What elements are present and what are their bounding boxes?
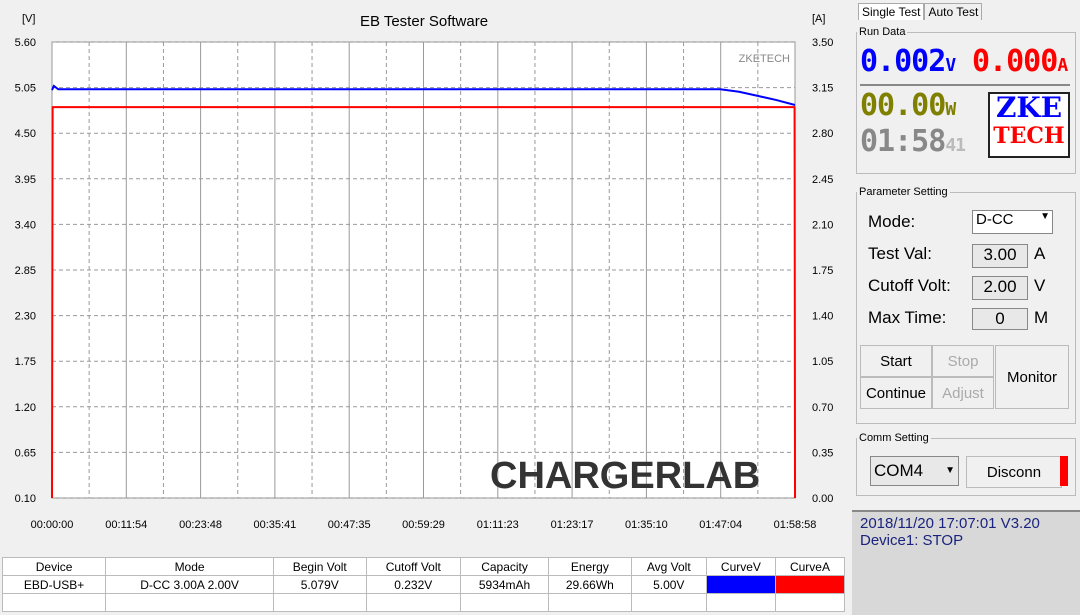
column-header: Avg Volt xyxy=(630,557,707,576)
column-header: Device xyxy=(1,557,107,576)
chevron-down-icon: ▼ xyxy=(945,465,955,476)
table-cell: D-CC 3.00A 2.00V xyxy=(105,575,274,594)
x-tick-label: 00:23:48 xyxy=(179,519,222,531)
disconnect-button[interactable]: Disconn xyxy=(966,456,1062,488)
test-val-unit: A xyxy=(1034,244,1046,263)
monitor-button[interactable]: Monitor xyxy=(995,345,1069,409)
curve-color-swatch[interactable] xyxy=(705,575,776,594)
left-tick-label: 5.60 xyxy=(15,37,36,49)
control-panel: Single Test Auto Test Run Data 0.002V 0.… xyxy=(852,0,1080,615)
com-port-select[interactable]: COM4 ▼ xyxy=(870,456,959,486)
run-data-legend: Run Data xyxy=(859,26,906,38)
status-datetime: 2018/11/20 17:07:01 V3.20 xyxy=(860,515,1040,532)
max-time-input[interactable]: 0 xyxy=(972,308,1028,330)
test-val-label: Test Val: xyxy=(868,244,932,263)
column-header: Energy xyxy=(548,557,632,576)
table-cell: EBD-USB+ xyxy=(1,575,107,594)
connection-indicator xyxy=(1060,456,1068,486)
power-readout: 00.00 xyxy=(860,88,946,123)
column-header: Capacity xyxy=(459,557,550,576)
column-header: Cutoff Volt xyxy=(365,557,462,576)
max-time-unit: M xyxy=(1034,308,1049,327)
right-tick-label: 0.70 xyxy=(812,402,833,414)
right-tick-label: 0.00 xyxy=(812,493,833,505)
x-tick-label: 01:23:17 xyxy=(551,519,594,531)
voltage-unit: V xyxy=(945,55,956,76)
chevron-down-icon: ▼ xyxy=(1040,211,1050,222)
column-header: CurveV xyxy=(705,557,776,576)
right-axis-unit: [A] xyxy=(812,13,825,25)
column-header: Mode xyxy=(105,557,274,576)
continue-button[interactable]: Continue xyxy=(860,377,932,409)
mode-select[interactable]: D-CC ▼ xyxy=(972,210,1053,234)
comm-setting-legend: Comm Setting xyxy=(859,432,929,444)
left-tick-label: 0.10 xyxy=(15,493,36,505)
left-tick-label: 4.50 xyxy=(15,128,36,140)
x-tick-label: 01:58:58 xyxy=(774,519,817,531)
x-tick-label: 00:59:29 xyxy=(402,519,445,531)
left-tick-label: 2.30 xyxy=(15,311,36,323)
x-tick-label: 01:47:04 xyxy=(699,519,742,531)
cutoff-volt-label: Cutoff Volt: xyxy=(868,276,951,295)
current-unit: A xyxy=(1057,55,1068,76)
x-tick-label: 01:11:23 xyxy=(477,519,519,531)
chart: EB Tester Software [V] [A] ZKETECH 0.10 0… xyxy=(0,0,850,550)
right-tick-label: 0.35 xyxy=(812,447,833,459)
right-tick-label: 1.05 xyxy=(812,356,833,368)
left-tick-label: 3.40 xyxy=(15,219,36,231)
tab-auto-test[interactable]: Auto Test xyxy=(924,3,983,20)
mode-label: Mode: xyxy=(868,212,916,231)
left-axis-unit: [V] xyxy=(22,13,35,25)
x-tick-label: 00:47:35 xyxy=(328,519,371,531)
right-tick-label: 1.40 xyxy=(812,311,833,323)
table-cell: 5.079V xyxy=(272,575,367,594)
adjust-button[interactable]: Adjust xyxy=(932,377,994,409)
right-tick-label: 3.50 xyxy=(812,37,833,49)
time-readout: 01:58 xyxy=(860,124,946,159)
voltage-readout: 0.002 xyxy=(860,44,946,79)
chart-title: EB Tester Software xyxy=(360,13,488,30)
column-header: CurveA xyxy=(774,557,846,576)
zketech-watermark: ZKETECH xyxy=(739,53,790,65)
current-readout: 0.000 xyxy=(972,44,1058,79)
time-seconds: 41 xyxy=(945,135,966,156)
curve-color-swatch[interactable] xyxy=(774,575,846,594)
right-tick-label: 3.15 xyxy=(812,83,833,95)
left-tick-label: 2.85 xyxy=(15,265,36,277)
right-tick-label: 1.75 xyxy=(812,265,833,277)
table-cell: 5.00V xyxy=(630,575,707,594)
left-tick-label: 1.20 xyxy=(15,402,36,414)
table-cell: 5934mAh xyxy=(459,575,550,594)
left-tick-label: 0.65 xyxy=(15,447,36,459)
left-tick-label: 3.95 xyxy=(15,174,36,186)
column-header: Begin Volt xyxy=(272,557,367,576)
x-tick-label: 00:00:00 xyxy=(31,519,74,531)
x-tick-label: 00:11:54 xyxy=(105,519,147,531)
results-table: Device Mode Begin Volt Cutoff Volt Capacity E… xyxy=(1,557,846,612)
stop-button[interactable]: Stop xyxy=(932,345,994,377)
max-time-label: Max Time: xyxy=(868,308,947,327)
x-tick-label: 00:35:41 xyxy=(253,519,296,531)
right-tick-label: 2.45 xyxy=(812,174,833,186)
table-cell: 0.232V xyxy=(365,575,462,594)
chargerlab-logo: CHARGERLAB xyxy=(490,455,760,497)
right-tick-label: 2.80 xyxy=(812,128,833,140)
table-row: EBD-USB+ D-CC 3.00A 2.00V 5.079V 0.232V 5934… xyxy=(1,575,846,594)
power-unit: W xyxy=(945,99,956,120)
left-tick-label: 1.75 xyxy=(15,356,36,368)
table-cell: 29.66Wh xyxy=(548,575,632,594)
device-status: Device1: STOP xyxy=(860,532,964,549)
zketech-logo: ZKE TECH xyxy=(988,92,1070,158)
x-tick-label: 01:35:10 xyxy=(625,519,668,531)
status-box: 2018/11/20 17:07:01 V3.20 Device1: STOP xyxy=(852,510,1080,615)
cutoff-volt-unit: V xyxy=(1034,276,1046,295)
right-tick-label: 2.10 xyxy=(812,219,833,231)
left-tick-label: 5.05 xyxy=(15,83,36,95)
parameter-setting-legend: Parameter Setting xyxy=(859,186,948,198)
cutoff-volt-input[interactable]: 2.00 xyxy=(972,276,1028,300)
tab-single-test[interactable]: Single Test xyxy=(858,3,925,20)
start-button[interactable]: Start xyxy=(860,345,932,377)
test-val-input[interactable]: 3.00 xyxy=(972,244,1028,268)
